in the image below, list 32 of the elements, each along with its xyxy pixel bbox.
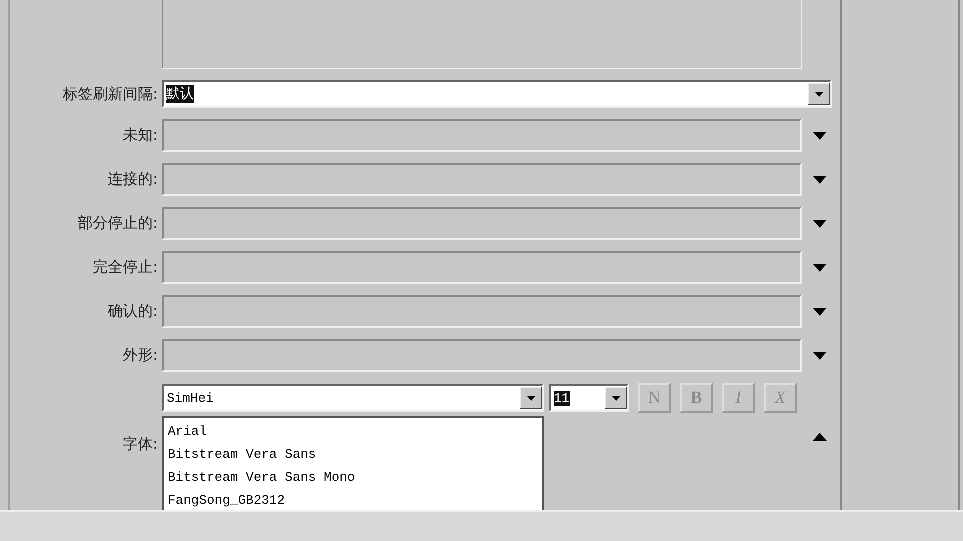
font-option[interactable]: Bitstream Vera Sans [168, 443, 538, 466]
collapse-arrow-icon[interactable] [813, 433, 827, 441]
dropdown-arrow-icon[interactable] [813, 264, 827, 272]
dropdown-arrow-icon[interactable] [813, 352, 827, 360]
color-field[interactable] [162, 119, 802, 152]
color-field[interactable] [162, 339, 802, 372]
field-label: 连接的: [106, 170, 159, 189]
font-dropdown[interactable]: SimHei [162, 384, 544, 412]
field-label: 字体: [122, 435, 159, 454]
font-option[interactable]: FangSong_GB2312 [168, 489, 538, 510]
field-label: 部分停止的: [76, 214, 159, 233]
dropdown-value: 11 [554, 390, 570, 406]
interval-dropdown[interactable]: 默认 [162, 80, 832, 108]
field-label: 完全停止: [92, 258, 159, 277]
field-label: 标签刷新间隔: [62, 84, 159, 104]
field-label: 未知: [122, 126, 159, 145]
field-label: 确认的: [106, 302, 159, 321]
font-option[interactable]: Bitstream Vera Sans Mono [168, 466, 538, 489]
dropdown-value: 默认 [166, 85, 194, 103]
color-field[interactable] [162, 251, 802, 284]
color-field[interactable] [162, 163, 802, 196]
field-label: 外形: [122, 346, 159, 365]
dropdown-arrow-icon[interactable] [813, 132, 827, 140]
font-option[interactable]: Arial [168, 420, 538, 443]
dropdown-value: SimHei [167, 390, 214, 406]
size-dropdown[interactable]: 11 [549, 384, 629, 412]
dropdown-arrow-icon[interactable] [813, 176, 827, 184]
color-field[interactable] [162, 295, 802, 328]
font-list[interactable]: Arial Bitstream Vera Sans Bitstream Vera Sans Mono FangSong_GB2312 [162, 416, 544, 510]
dropdown-arrow-icon[interactable] [813, 308, 827, 316]
color-field[interactable] [162, 207, 802, 240]
dropdown-arrow-icon[interactable] [813, 220, 827, 228]
